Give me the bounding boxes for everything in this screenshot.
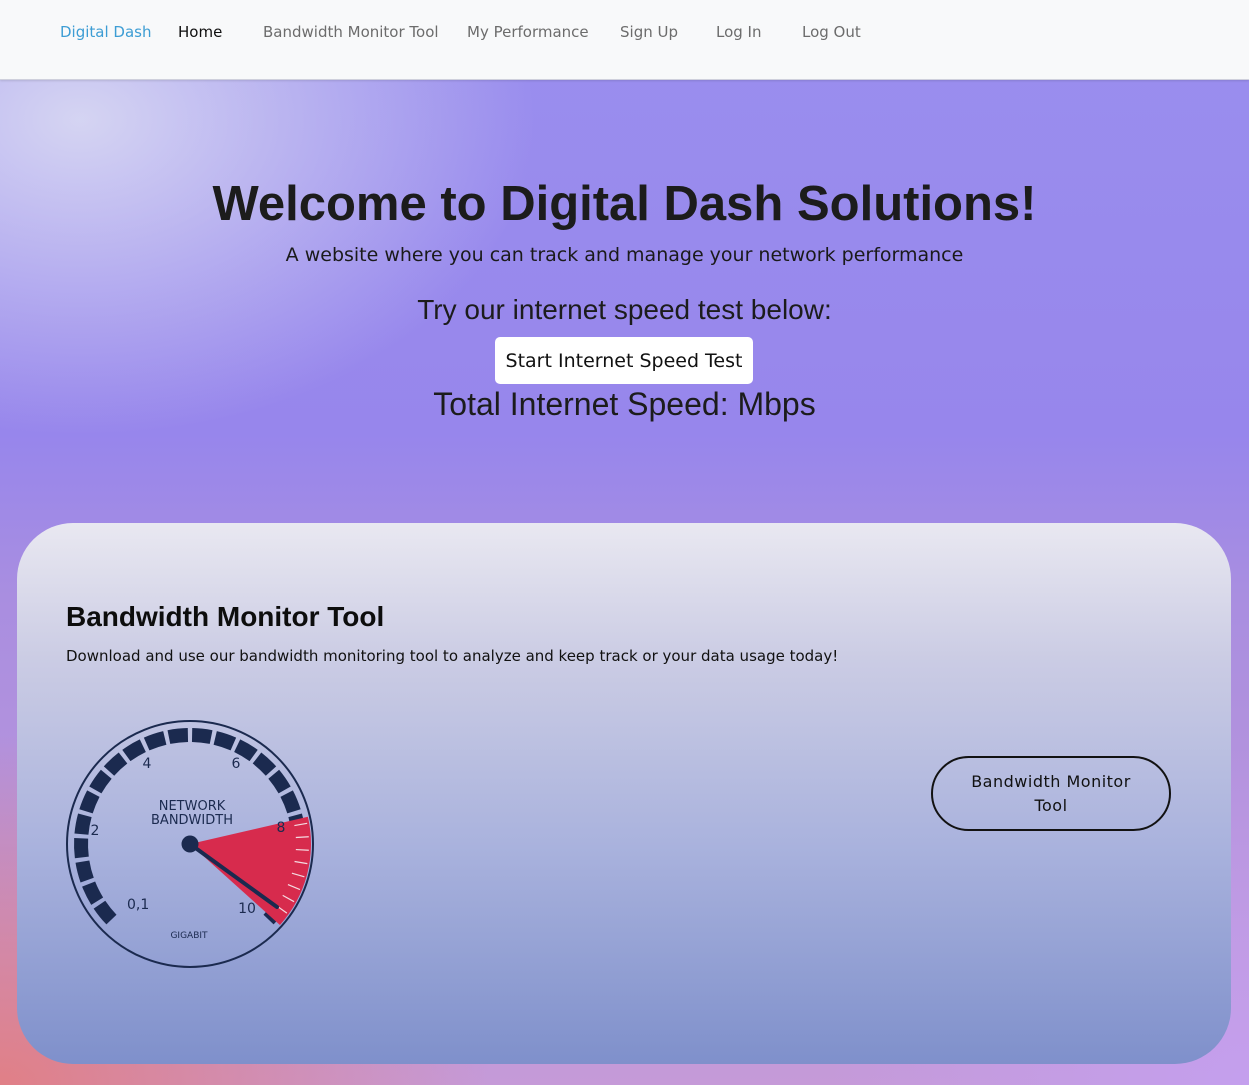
gauge-scale-segment (79, 790, 100, 814)
gauge-label-line2: BANDWIDTH (151, 813, 233, 828)
nav-my-performance[interactable]: My Performance (467, 23, 589, 41)
gauge-scale-segment (89, 769, 112, 794)
gauge-fine-tick (295, 836, 309, 839)
speed-test-prompt: Try our internet speed test below: (417, 294, 832, 325)
gauge-scale-segment (82, 881, 104, 905)
gauge-fine-tick (295, 848, 309, 851)
gauge-scale-segment (143, 731, 167, 751)
start-speed-test-button[interactable]: Start Internet Speed Test (495, 337, 753, 384)
nav-log-in[interactable]: Log In (716, 23, 762, 41)
gauge-scale-segment (74, 837, 89, 859)
gauge-tick-label: 6 (232, 756, 241, 772)
gauge-scale-segment (103, 752, 128, 776)
hero-title: Welcome to Digital Dash Solutions! (212, 177, 1037, 231)
card-title: Bandwidth Monitor Tool (66, 601, 385, 632)
gauge-scale-segment (252, 752, 277, 776)
bandwidth-monitor-card: Bandwidth Monitor Tool Download and use … (17, 523, 1231, 1064)
nav-bandwidth-monitor-tool[interactable]: Bandwidth Monitor Tool (263, 23, 439, 41)
gauge-tick-label: 2 (91, 823, 100, 839)
nav-home[interactable]: Home (178, 23, 222, 41)
gauge-scale-segment (213, 731, 237, 751)
gauge-scale-segment (74, 813, 92, 835)
gauge-label-line1: NETWORK (159, 799, 226, 814)
total-speed-readout: Total Internet Speed: Mbps (433, 386, 816, 422)
gauge-scale-segment (280, 790, 301, 814)
gauge-scale-segment (167, 728, 189, 744)
gauge-scale-segment (268, 769, 291, 794)
gauge-scale-segment (191, 728, 213, 744)
gauge-tick-label: 8 (277, 820, 286, 836)
gauge-tick-label: 4 (143, 756, 152, 772)
gauge-needle-hub (181, 835, 199, 853)
bandwidth-monitor-tool-button[interactable]: Bandwidth Monitor Tool (931, 756, 1171, 831)
brand-link[interactable]: Digital Dash (60, 23, 151, 41)
gauge-scale-segment (93, 900, 117, 925)
gauge-tick-label: 10 (238, 901, 256, 917)
top-navbar: Digital Dash Home Bandwidth Monitor Tool… (0, 0, 1249, 80)
nav-log-out[interactable]: Log Out (802, 23, 861, 41)
nav-sign-up[interactable]: Sign Up (620, 23, 678, 41)
bandwidth-gauge-image: NETWORK BANDWIDTH 0,1 2 4 6 8 10 GIGABIT (66, 720, 314, 968)
gauge-tick-label: 0,1 (127, 897, 149, 913)
card-description: Download and use our bandwidth monitorin… (66, 647, 839, 665)
gauge-unit-label: GIGABIT (170, 931, 208, 941)
hero-subtitle: A website where you can track and manage… (285, 244, 964, 266)
gauge-scale-segment (75, 860, 94, 883)
